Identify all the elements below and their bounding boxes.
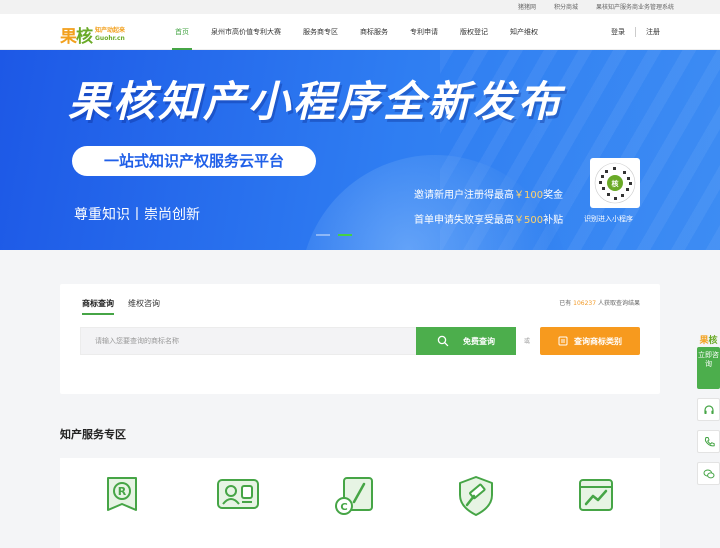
list-icon (558, 336, 568, 346)
register-link[interactable]: 注册 (646, 27, 660, 37)
main-navbar: 果核 知产动起来 Guohr.cn 首页 泉州市高价值专利大赛 服务商专区 商标… (0, 14, 720, 50)
login-link[interactable]: 登录 (611, 27, 625, 37)
menu-item-ip-defense[interactable]: 知产维权 (499, 14, 549, 50)
category-search-label: 查询商标类别 (574, 336, 622, 346)
logo-subtext: 知产动起来 Guohr.cn (95, 27, 125, 43)
sidebar-headset-button[interactable] (697, 398, 720, 421)
logo-mark: 果核 (60, 27, 93, 47)
menu-item-home[interactable]: 首页 (164, 14, 200, 50)
free-search-label: 免费查询 (463, 336, 495, 346)
menu-item-copyright[interactable]: 版权登记 (449, 14, 499, 50)
top-link-zhuzhu[interactable]: 猪猪网 (518, 2, 536, 11)
category-search-button[interactable]: 查询商标类别 (540, 327, 640, 355)
site-logo[interactable]: 果核 知产动起来 Guohr.cn (60, 22, 125, 48)
carousel-dots (316, 234, 352, 236)
free-search-button[interactable]: 免费查询 (416, 327, 516, 355)
tab-trademark-search[interactable]: 商标查询 (82, 298, 114, 315)
top-link-points-mall[interactable]: 积分商城 (554, 2, 578, 11)
services-panel: R C (60, 458, 660, 548)
svg-text:核: 核 (612, 179, 619, 188)
headset-icon (703, 404, 714, 414)
menu-item-patent-contest[interactable]: 泉州市高价值专利大赛 (200, 14, 292, 50)
banner-title: 果核知产小程序全新发布 (68, 77, 564, 126)
main-menu: 首页 泉州市高价值专利大赛 服务商专区 商标服务 专利申请 版权登记 知产维权 (164, 14, 549, 50)
svg-text:C: C (340, 502, 347, 513)
or-label: 或 (524, 338, 531, 345)
consult-now-button[interactable]: 立即咨询 (697, 347, 720, 389)
banner-slogan: 尊重知识丨崇尚创新 (74, 207, 200, 223)
service-portrait[interactable] (214, 474, 262, 518)
service-analysis[interactable] (572, 474, 620, 518)
portrait-stamp-icon (217, 479, 259, 509)
search-card: 商标查询 维权咨询 已有 106237 人获取查询结果 请输入您要查询的商标名称… (60, 284, 660, 394)
banner-promo-subsidy: 首单申请失败享受最高￥500补贴 (414, 215, 564, 226)
wechat-icon (703, 469, 715, 478)
phone-icon (704, 436, 715, 446)
tab-defense-consult[interactable]: 维权咨询 (128, 298, 160, 315)
auth-divider (635, 27, 636, 37)
menu-item-provider-zone[interactable]: 服务商专区 (292, 14, 349, 50)
trademark-icon: R (107, 477, 137, 511)
top-bar: 猪猪网 积分商城 果核知产服务商业务管理系统 (0, 0, 720, 14)
service-defense[interactable] (452, 474, 500, 518)
hero-banner[interactable]: 果核知产小程序全新发布 一站式知识产权服务云平台 尊重知识丨崇尚创新 邀请新用户… (0, 50, 720, 250)
service-copyright[interactable]: C (332, 474, 380, 518)
trademark-search-input[interactable]: 请输入您要查询的商标名称 (80, 327, 416, 355)
search-tabs: 商标查询 维权咨询 (82, 298, 160, 315)
top-links: 猪猪网 积分商城 果核知产服务商业务管理系统 (518, 2, 674, 11)
service-trademark[interactable]: R (98, 474, 146, 518)
sidebar-logo: 果核 (699, 336, 718, 346)
top-link-provider-system[interactable]: 果核知产服务商业务管理系统 (596, 2, 674, 11)
shield-hammer-icon (459, 476, 493, 516)
search-icon (437, 335, 449, 347)
floating-sidebar: 果核 立即咨询 (697, 333, 720, 485)
logo-tagline: 知产动起来 (95, 26, 126, 34)
menu-item-patent-apply[interactable]: 专利申请 (399, 14, 449, 50)
logo-domain: Guohr.cn (95, 34, 125, 42)
section-title: 知产服务专区 (60, 428, 136, 445)
auth-links: 登录 注册 (611, 14, 660, 50)
search-counter: 已有 106237 人获取查询结果 (559, 300, 640, 307)
banner-promo-invite: 邀请新用户注册得最高￥100奖金 (414, 190, 564, 201)
sidebar-phone-button[interactable] (697, 430, 720, 453)
chart-trend-icon (579, 479, 613, 511)
qr-code-icon: 核 (594, 162, 636, 204)
sidebar-wechat-button[interactable] (697, 462, 720, 485)
menu-item-trademark[interactable]: 商标服务 (349, 14, 399, 50)
svg-text:R: R (118, 485, 127, 498)
carousel-dot-1[interactable] (316, 234, 330, 236)
banner-pill: 一站式知识产权服务云平台 (72, 146, 316, 176)
copyright-icon: C (335, 477, 373, 515)
carousel-dot-2[interactable] (338, 234, 352, 236)
qr-caption: 识别进入小程序 (584, 215, 633, 223)
miniprogram-qr-code: 核 (590, 158, 640, 208)
counter-number: 106237 (573, 300, 597, 307)
